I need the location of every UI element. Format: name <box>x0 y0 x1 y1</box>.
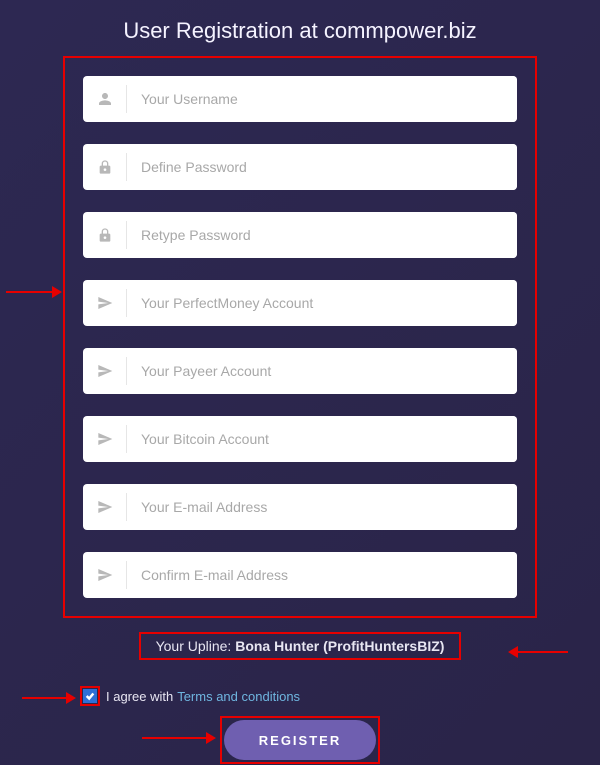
lock-icon <box>83 153 127 181</box>
email-input[interactable] <box>127 484 517 530</box>
retype-password-field-row <box>83 212 517 258</box>
agree-row: I agree with Terms and conditions <box>80 686 600 706</box>
username-field-row <box>83 76 517 122</box>
bitcoin-input[interactable] <box>127 416 517 462</box>
paper-plane-icon <box>83 561 127 589</box>
agree-text: I agree with <box>106 689 173 704</box>
annotation-arrow <box>4 280 64 304</box>
confirm-email-input[interactable] <box>127 552 517 598</box>
perfectmoney-field-row <box>83 280 517 326</box>
payeer-field-row <box>83 348 517 394</box>
confirm-email-field-row <box>83 552 517 598</box>
paper-plane-icon <box>83 289 127 317</box>
retype-password-input[interactable] <box>127 212 517 258</box>
paper-plane-icon <box>83 357 127 385</box>
annotation-arrow <box>500 640 570 664</box>
register-annotation: REGISTER <box>220 716 380 764</box>
upline-name: Bona Hunter (ProfitHuntersBIZ) <box>235 638 444 654</box>
register-button[interactable]: REGISTER <box>224 720 376 760</box>
password-input[interactable] <box>127 144 517 190</box>
lock-icon <box>83 221 127 249</box>
email-field-row <box>83 484 517 530</box>
annotation-arrow <box>140 728 220 748</box>
password-field-row <box>83 144 517 190</box>
bitcoin-field-row <box>83 416 517 462</box>
perfectmoney-input[interactable] <box>127 280 517 326</box>
paper-plane-icon <box>83 493 127 521</box>
upline-label: Your Upline: <box>156 638 236 654</box>
agree-checkbox[interactable] <box>83 689 97 703</box>
checkbox-annotation <box>80 686 100 706</box>
upline-info: Your Upline: Bona Hunter (ProfitHuntersB… <box>139 632 461 660</box>
page-title: User Registration at commpower.biz <box>0 0 600 56</box>
person-icon <box>83 85 127 113</box>
annotation-arrow <box>20 688 80 708</box>
payeer-input[interactable] <box>127 348 517 394</box>
username-input[interactable] <box>127 76 517 122</box>
terms-link[interactable]: Terms and conditions <box>177 689 300 704</box>
paper-plane-icon <box>83 425 127 453</box>
registration-form <box>63 56 537 618</box>
